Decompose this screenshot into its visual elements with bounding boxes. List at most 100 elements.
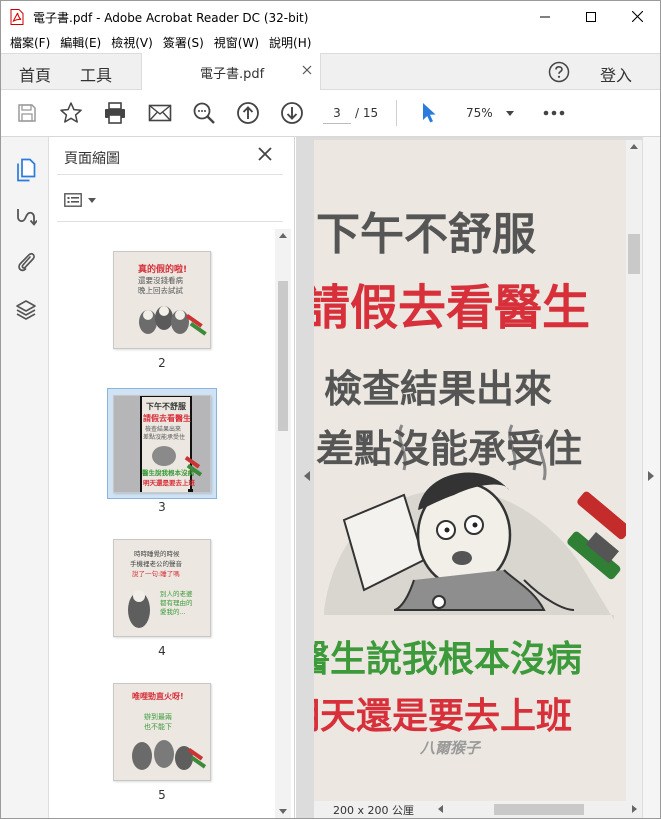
select-tool-button[interactable] [417, 101, 441, 125]
paperclip-icon [18, 252, 35, 272]
accessibility-tags-button[interactable] [13, 204, 39, 230]
previous-page-button[interactable] [236, 101, 260, 125]
toolbar: / 15 75% [1, 90, 660, 137]
page-number-input[interactable] [323, 102, 351, 124]
scroll-left-icon[interactable] [438, 805, 443, 813]
minimize-button[interactable] [522, 1, 568, 32]
arrow-up-circle-icon [237, 102, 259, 124]
pdf-file-icon [10, 9, 24, 25]
thumbnail-text: 真的假的啦! [138, 263, 187, 275]
close-panel-icon[interactable] [258, 147, 272, 161]
email-button[interactable] [148, 101, 172, 125]
maximize-button[interactable] [568, 1, 614, 32]
save-icon [18, 104, 36, 122]
bookmark-button[interactable] [59, 101, 83, 125]
thumbnail-text: 晚上回去試試 [138, 285, 183, 295]
more-options-icon [543, 110, 565, 116]
menu-edit[interactable]: 編輯(E) [55, 34, 106, 51]
tab-document[interactable]: 電子書.pdf [141, 53, 321, 91]
title-bar: 電子書.pdf - Adobe Acrobat Reader DC (32-bi… [1, 1, 660, 32]
thumbnail-text: 都有理由的 [160, 598, 193, 607]
panel-title: 頁面縮圖 [64, 151, 120, 167]
thumbnail-page-2[interactable]: 真的假的啦! 還要沒錢看病 晚上回去試試 [113, 251, 211, 349]
thumbnail-page-label: 2 [158, 356, 166, 370]
page-thumbnails-icon [17, 158, 36, 182]
sign-in-button[interactable]: 登入 [600, 62, 632, 86]
scrollbar-thumb[interactable] [494, 804, 584, 815]
envelope-icon [148, 104, 172, 122]
layers-icon [16, 300, 36, 320]
magnifier-minus-icon [193, 102, 215, 124]
zoom-out-button[interactable] [192, 101, 216, 125]
scroll-down-icon[interactable] [279, 809, 287, 814]
close-tab-icon[interactable] [302, 65, 312, 75]
thumbnail-options-button[interactable] [64, 190, 104, 210]
attachments-button[interactable] [13, 249, 39, 275]
page-text-line-1: 下午不舒服 [316, 209, 536, 260]
thumbnail-text: 還要沒錢看病 [138, 275, 183, 285]
thumbnail-text: 辦到最兩 [144, 712, 172, 721]
document-horizontal-scrollbar[interactable]: 200 x 200 公厘 [314, 801, 642, 818]
tag-flow-icon [17, 209, 37, 226]
next-page-button[interactable] [280, 101, 304, 125]
thumbnail-page-3[interactable]: 下午不舒服 請假去看醫生 檢查結果出來 差點沒能承受住 醫生說我根本沒病 明天還… [113, 395, 211, 493]
menu-help[interactable]: 說明(H) [264, 34, 316, 51]
thumbnail-image: 下午不舒服 請假去看醫生 檢查結果出來 差點沒能承受住 醫生說我根本沒病 明天還… [114, 396, 210, 492]
scroll-up-icon[interactable] [630, 144, 638, 149]
thumbnail-list: 真的假的啦! 還要沒錢看病 晚上回去試試 2 下午不舒服 請假去看醫生 檢查結果… [49, 229, 275, 818]
tab-document-label: 電子書.pdf [200, 67, 265, 82]
printer-icon [105, 102, 125, 124]
thumbnail-image: 時時睡覺的時候 手機裡老公的聲音 說了一句:睡了嗎 別人的老婆 都有理由的 愛我… [114, 540, 210, 636]
page-total: / 15 [355, 106, 379, 120]
chevron-down-icon [506, 111, 514, 116]
scroll-up-icon[interactable] [279, 233, 287, 238]
page-text-line-5: 醫生說我根本沒病 [314, 639, 583, 680]
thumbnail-text: 說了一句:睡了嗎 [132, 569, 180, 578]
zoom-value: 75% [466, 106, 493, 120]
document-vertical-scrollbar[interactable] [626, 140, 642, 801]
page-thumbnails-button[interactable] [13, 157, 39, 183]
thumbnail-text: 時時睡覺的時候 [134, 549, 180, 558]
thumbnail-text: 唯哩勁直火呀! [132, 691, 184, 701]
zoom-dropdown[interactable]: 75% [459, 102, 521, 124]
save-button[interactable] [15, 101, 39, 125]
page-text-line-3: 檢查結果出來 [324, 367, 553, 411]
thumbnail-text: 也不能下 [144, 722, 172, 731]
print-button[interactable] [103, 101, 127, 125]
navigation-rail [1, 137, 49, 818]
page-text-line-6: 明天還是要去上班 [314, 696, 573, 737]
layers-button[interactable] [13, 297, 39, 323]
panel-divider [57, 221, 283, 222]
tab-home[interactable]: 首頁 [19, 62, 51, 86]
scrollbar-thumb[interactable] [628, 234, 640, 274]
thumbnail-page-label: 3 [158, 500, 166, 514]
more-tools-button[interactable] [542, 101, 566, 125]
thumbnail-image: 唯哩勁直火呀! 辦到最兩 也不能下 [114, 684, 210, 780]
thumbnail-page-4[interactable]: 時時睡覺的時候 手機裡老公的聲音 說了一句:睡了嗎 別人的老婆 都有理由的 愛我… [113, 539, 211, 637]
menu-file[interactable]: 檔案(F) [5, 34, 55, 51]
minimize-icon [540, 16, 550, 17]
cursor-arrow-icon [423, 103, 436, 123]
thumbnail-text: 明天還是要去上班 [143, 478, 196, 487]
menu-sign[interactable]: 簽署(S) [158, 34, 209, 51]
expand-right-panel-icon[interactable] [648, 471, 654, 481]
star-icon [60, 102, 82, 123]
collapse-panel-icon[interactable] [304, 471, 310, 481]
thumbnail-text: 差點沒能承受住 [143, 433, 185, 441]
tab-tools[interactable]: 工具 [80, 62, 112, 86]
thumbnail-text: 別人的老婆 [160, 589, 193, 598]
scrollbar-thumb[interactable] [278, 281, 288, 431]
thumbnail-text: 愛我的... [160, 607, 186, 616]
menu-view[interactable]: 檢視(V) [106, 34, 158, 51]
pdf-page: 下午不舒服 請假去看醫生 檢查結果出來 差點沒能承受住 醫生說我根本沒病 明天還… [314, 140, 626, 801]
scroll-right-icon[interactable] [632, 805, 637, 813]
help-icon[interactable] [548, 61, 570, 83]
right-pane-toggle [642, 137, 660, 818]
thumbnail-scrollbar[interactable] [275, 229, 291, 818]
thumbnail-page-5[interactable]: 唯哩勁直火呀! 辦到最兩 也不能下 [113, 683, 211, 781]
close-window-button[interactable] [614, 1, 660, 32]
page-text-line-2: 請假去看醫生 [314, 280, 591, 336]
menu-window[interactable]: 視窗(W) [209, 34, 264, 51]
maximize-icon [586, 11, 596, 22]
page-watermark: 八爾猴子 [420, 739, 481, 757]
